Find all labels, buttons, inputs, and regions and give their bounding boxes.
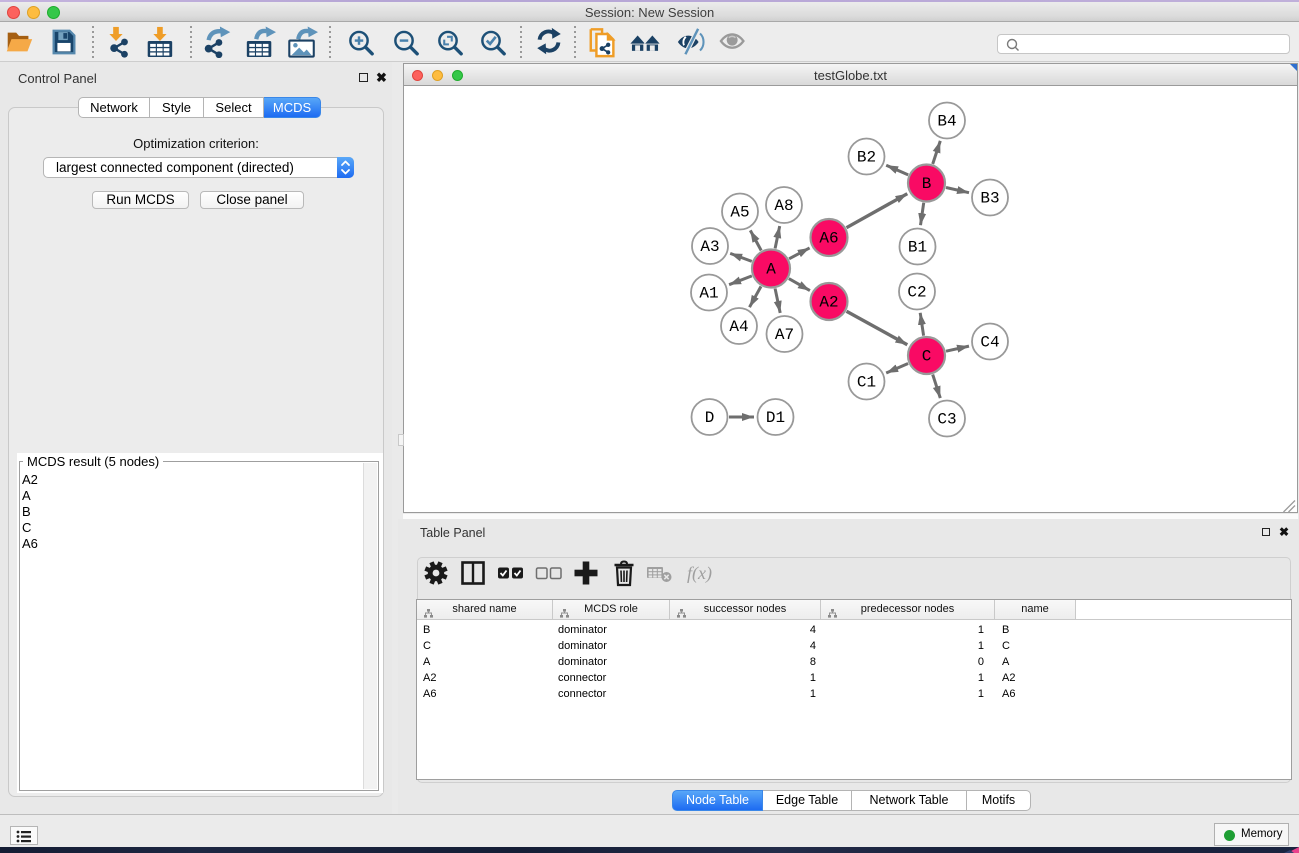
svg-text:D1: D1 [766, 409, 785, 427]
svg-text:A8: A8 [774, 197, 793, 215]
svg-text:A2: A2 [819, 294, 838, 312]
svg-text:A7: A7 [775, 326, 794, 344]
svg-text:B4: B4 [937, 113, 956, 131]
svg-text:D: D [705, 409, 715, 427]
svg-text:B2: B2 [857, 149, 876, 167]
svg-text:B1: B1 [908, 239, 927, 257]
svg-text:B: B [922, 175, 932, 193]
svg-text:C3: C3 [937, 411, 956, 429]
svg-text:A6: A6 [819, 230, 838, 248]
svg-text:B3: B3 [980, 190, 999, 208]
svg-text:C1: C1 [857, 374, 876, 392]
svg-text:A5: A5 [730, 204, 749, 222]
svg-text:A3: A3 [700, 238, 719, 256]
svg-text:C4: C4 [980, 334, 999, 352]
svg-text:A4: A4 [729, 318, 748, 336]
svg-text:C: C [922, 348, 932, 366]
svg-text:C2: C2 [907, 284, 926, 302]
svg-text:A: A [766, 261, 776, 279]
svg-text:A1: A1 [699, 285, 718, 303]
